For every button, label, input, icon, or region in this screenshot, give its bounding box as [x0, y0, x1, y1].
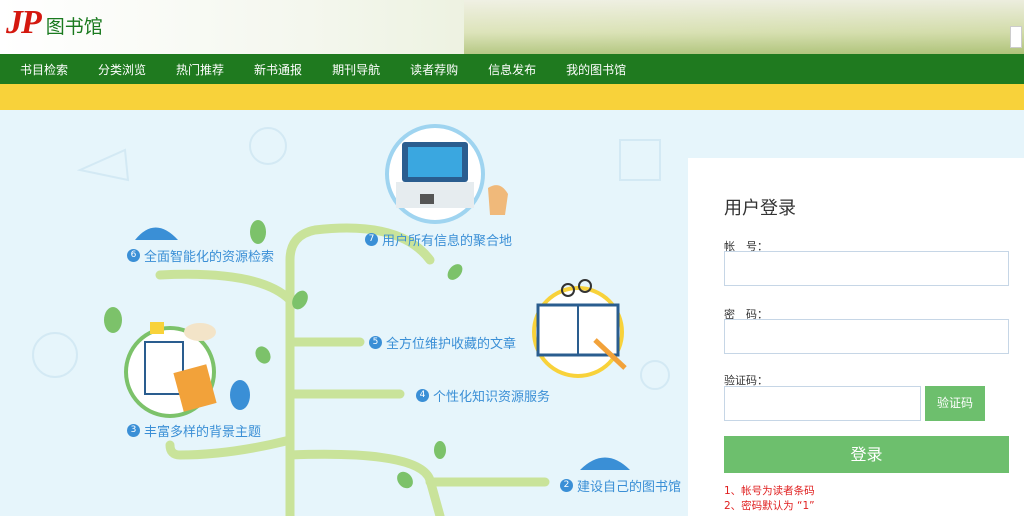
feature-number: 2 [560, 479, 573, 492]
tree-trunk [285, 223, 435, 516]
feature-number: 7 [365, 233, 378, 246]
accent-bar [0, 84, 1024, 110]
leaf-icon [397, 471, 413, 489]
scrollbar-stub[interactable] [1010, 26, 1022, 48]
leaf-icon [250, 220, 266, 244]
branch-3 [165, 435, 295, 460]
feature-number: 4 [416, 389, 429, 402]
nav-item-journals[interactable]: 期刊导航 [332, 61, 380, 78]
puzzle-icon [619, 139, 661, 181]
nav-item-my-library[interactable]: 我的图书馆 [566, 61, 626, 78]
captcha-button[interactable]: 验证码 [925, 386, 985, 421]
palette-icon [184, 323, 216, 341]
feature-6: 6 全面智能化的资源检索 [127, 246, 274, 265]
feature-label: 全面智能化的资源检索 [144, 250, 275, 265]
feature-2: 2 建设自己的图书馆 [560, 476, 681, 495]
main-nav: 书目检索 分类浏览 热门推荐 新书通报 期刊导航 读者荐购 信息发布 我的图书馆 [0, 54, 1024, 84]
feature-7: 7 用户所有信息的聚合地 [365, 230, 512, 249]
feature-number: 5 [369, 336, 382, 349]
feature-4: 4 个性化知识资源服务 [416, 386, 550, 405]
feature-label: 丰富多样的背景主题 [144, 425, 262, 440]
ball-icon [32, 332, 78, 378]
nav-item-category-browse[interactable]: 分类浏览 [98, 61, 146, 78]
logo-name: 图书馆 [45, 15, 103, 38]
leaf-icon [104, 307, 122, 333]
feature-number: 3 [127, 424, 140, 437]
branch-2 [285, 449, 445, 516]
feature-number: 6 [127, 249, 140, 262]
leaf-icon [447, 264, 463, 280]
feature-label: 全方位维护收藏的文章 [386, 337, 517, 352]
leaf-icon [230, 380, 250, 410]
account-input[interactable] [724, 251, 1009, 286]
login-note: 2、密码默认为 “1” [724, 500, 815, 512]
hand-icon [488, 185, 508, 215]
nav-item-new-books[interactable]: 新书通报 [254, 61, 302, 78]
site-logo[interactable]: JP 图书馆 [6, 3, 103, 43]
banner-background [464, 0, 1024, 54]
feature-tree-illustration [32, 124, 670, 516]
leaf-icon [255, 346, 271, 364]
cloud-icon [135, 227, 178, 240]
nav-item-info-publish[interactable]: 信息发布 [488, 61, 536, 78]
feature-label: 个性化知识资源服务 [433, 390, 551, 405]
login-panel: 用户登录 帐 号： 密 码： 验证码： 验证码 登录 1、帐号为读者条码 2、密… [688, 158, 1024, 516]
feature-3: 3 丰富多样的背景主题 [127, 421, 261, 440]
nav-item-hot-recommend[interactable]: 热门推荐 [176, 61, 224, 78]
login-title: 用户登录 [724, 198, 796, 219]
ruler-icon [76, 148, 130, 182]
feature-5: 5 全方位维护收藏的文章 [369, 333, 516, 352]
nav-item-catalog-search[interactable]: 书目检索 [20, 61, 68, 78]
login-note: 1、帐号为读者条码 [724, 485, 815, 497]
bicycle-icon [640, 360, 670, 390]
cloud-icon [580, 457, 630, 470]
header-banner: JP 图书馆 [0, 0, 1024, 54]
feature-label: 建设自己的图书馆 [577, 480, 682, 495]
password-input[interactable] [724, 319, 1009, 354]
nav-item-reader-recommend[interactable]: 读者荐购 [410, 61, 458, 78]
clock-icon [249, 127, 287, 165]
login-button[interactable]: 登录 [724, 436, 1009, 473]
logo-mark: JP [6, 4, 42, 41]
captcha-input[interactable] [724, 386, 921, 421]
sticky-note-icon [150, 322, 164, 334]
leaf-icon [434, 441, 446, 459]
branch-6 [155, 269, 295, 305]
feature-label: 用户所有信息的聚合地 [382, 234, 513, 249]
